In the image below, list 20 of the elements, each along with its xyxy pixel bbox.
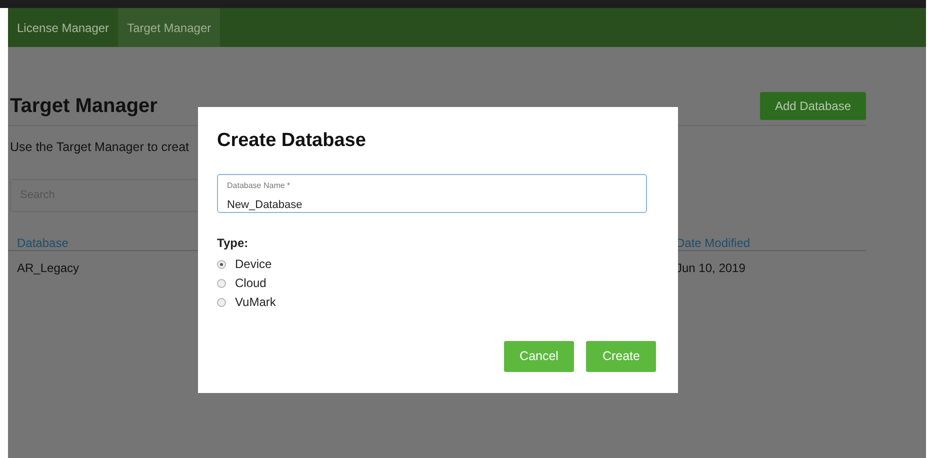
column-header[interactable]: Database <box>17 234 68 252</box>
cancel-button[interactable]: Cancel <box>504 341 574 372</box>
table-cell-text: AR_Legacy <box>17 260 80 277</box>
nav-tab[interactable]: Target Manager <box>118 8 220 47</box>
intro-text: Use the Target Manager to creat <box>9 139 190 156</box>
radio-button[interactable] <box>217 278 226 288</box>
field-label: Database Name * <box>227 180 292 192</box>
type-label: Type: <box>217 234 250 252</box>
create-button[interactable]: Create <box>586 341 656 372</box>
radio-button[interactable] <box>217 298 226 306</box>
radio-button[interactable] <box>217 260 226 268</box>
database-name-input[interactable]: New_Database <box>227 196 637 213</box>
add-database-button[interactable]: Add Database <box>760 92 866 120</box>
radio-label: Device <box>235 256 272 273</box>
database-name-field[interactable]: Database Name * New_Database <box>217 174 647 212</box>
radio-label: VuMark <box>235 294 276 311</box>
dialog-title: Create Database <box>217 129 367 153</box>
nav-tab[interactable]: License Manager <box>8 8 118 47</box>
radio-label: Cloud <box>235 275 266 292</box>
page-title: Target Manager <box>10 94 158 119</box>
